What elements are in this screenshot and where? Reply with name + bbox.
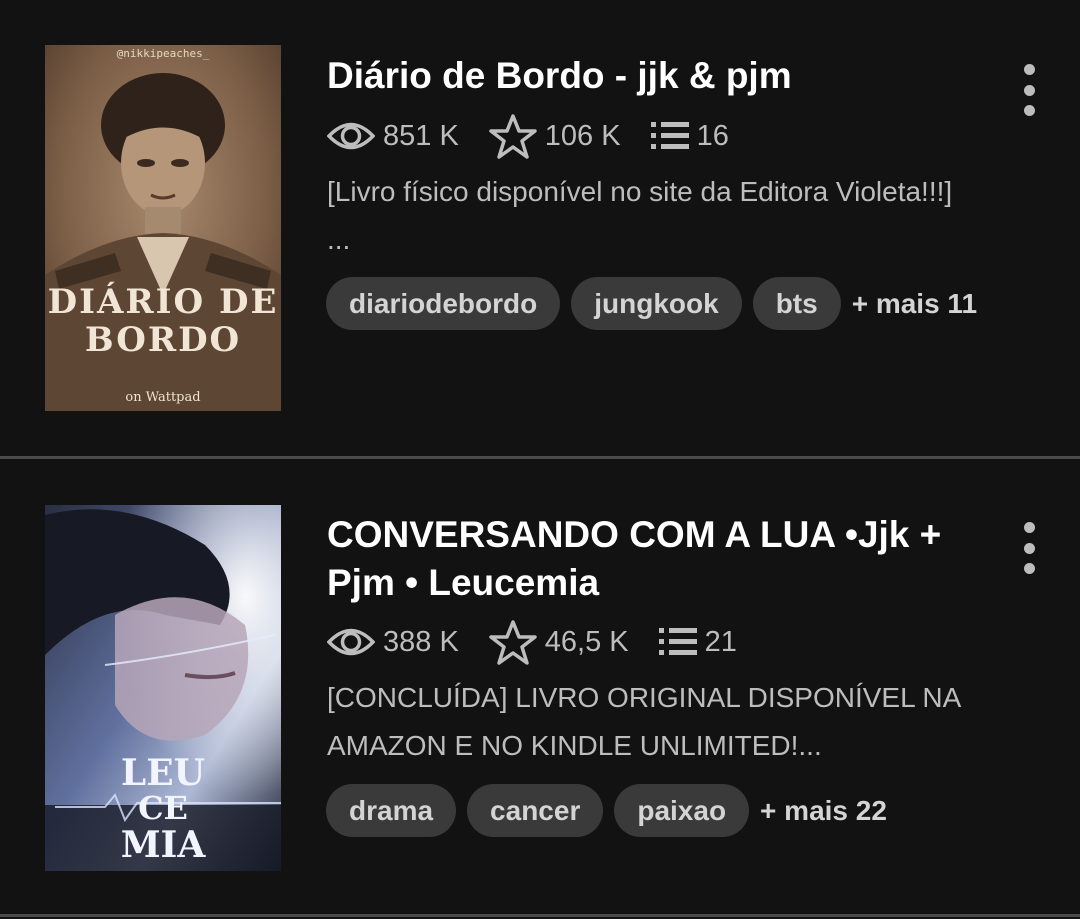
reads-count: 388 K [383,625,459,658]
star-icon [489,113,537,159]
votes-count: 46,5 K [544,625,629,658]
cover-handle: @nikkipeaches_ [117,47,210,60]
description-line: ... [327,224,351,255]
eye-icon [327,119,375,153]
story-stats: 851 K 106 K 16 [327,113,759,159]
cover-title-line-1: DIÁRIO DE [48,281,279,322]
title-line: CONVERSANDO COM A LUA •Jjk + [327,514,942,555]
story-card[interactable]: @nikkipeaches_ DIÁRIO DE BORDO on Wattpa… [0,0,1080,458]
list-icon [658,626,697,658]
story-card[interactable]: LEU CE MIA CONVERSANDO COM A LUA •Jjk + … [0,458,1080,919]
tag-list: diariodebordo jungkook bts + mais 11 [326,277,977,330]
parts-count: 21 [704,625,737,658]
reads-stat: 388 K [327,625,459,659]
description-line: [CONCLUÍDA] LIVRO ORIGINAL DISPONÍVEL NA [327,682,962,713]
reads-count: 851 K [383,119,459,152]
parts-count: 16 [696,119,729,152]
title-line: Pjm • Leucemia [327,562,600,603]
tag-chip[interactable]: diariodebordo [326,277,561,330]
reads-stat: 851 K [327,119,459,153]
divider [0,914,1080,917]
cover-footer: on Wattpad [125,390,200,405]
story-cover-image[interactable]: LEU CE MIA [45,505,281,871]
cover-title-line-2: CE [138,789,188,827]
parts-stat: 16 [650,119,729,153]
story-title[interactable]: CONVERSANDO COM A LUA •Jjk + Pjm • Leuce… [327,511,987,607]
story-description: [Livro físico disponível no site da Edit… [327,168,1027,264]
story-options-button[interactable] [1012,60,1046,120]
votes-stat: 106 K [489,113,621,159]
more-tags-link[interactable]: + mais 22 [760,795,887,827]
cover-title-line-2: BORDO [85,320,241,360]
description-line: AMAZON E NO KINDLE UNLIMITED!... [327,730,822,761]
more-vertical-icon [1023,64,1035,116]
story-options-button[interactable] [1012,518,1046,578]
tag-chip[interactable]: jungkook [571,277,742,330]
tag-chip[interactable]: cancer [467,784,604,837]
description-line: [Livro físico disponível no site da Edit… [327,176,953,207]
tag-list: drama cancer paixao + mais 22 [326,784,887,837]
story-description: [CONCLUÍDA] LIVRO ORIGINAL DISPONÍVEL NA… [327,674,1027,770]
more-vertical-icon [1023,522,1035,574]
more-tags-link[interactable]: + mais 11 [852,288,977,320]
list-icon [650,120,689,152]
cover-title-line-1: LEU [121,752,205,794]
votes-count: 106 K [544,119,621,152]
tag-chip[interactable]: drama [326,784,457,837]
eye-icon [327,625,375,659]
tag-chip[interactable]: bts [752,277,841,330]
story-stats: 388 K 46,5 K 21 [327,619,767,665]
tag-chip[interactable]: paixao [614,784,750,837]
parts-stat: 21 [658,625,737,659]
story-cover-image[interactable]: @nikkipeaches_ DIÁRIO DE BORDO on Wattpa… [45,45,281,411]
cover-art: LEU CE MIA [45,505,281,871]
cover-art: @nikkipeaches_ DIÁRIO DE BORDO on Wattpa… [45,45,281,411]
star-icon [489,619,537,665]
cover-title-line-3: MIA [121,824,207,866]
story-title[interactable]: Diário de Bordo - jjk & pjm [327,52,987,100]
votes-stat: 46,5 K [489,619,629,665]
